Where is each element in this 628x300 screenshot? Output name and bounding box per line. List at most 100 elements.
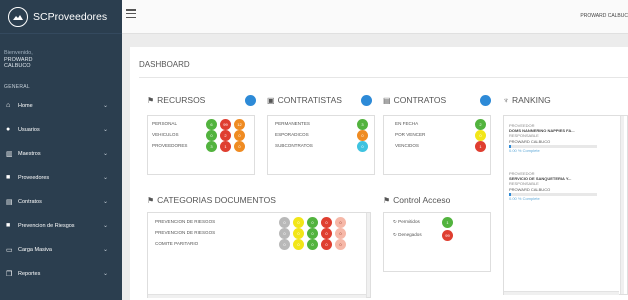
users-icon: ⚑ <box>147 95 155 105</box>
logo-icon <box>8 6 28 27</box>
card-recursos: ⚑ RECURSOS PERSONAL VEHICULOS PROVEEDORE… <box>147 95 256 175</box>
scrollbar-horizontal[interactable] <box>504 291 619 295</box>
chevron-down-icon: ⌄ <box>102 102 108 109</box>
progress-bar <box>509 144 597 148</box>
row-label: PROVEEDORES <box>152 143 188 148</box>
sidebar-item-label: Usuarios <box>18 126 40 133</box>
status-dot[interactable]: 3 <box>357 119 368 130</box>
status-dot[interactable]: 0 <box>206 130 217 141</box>
sidebar-item-label: Prevencion de Riesgos <box>18 222 75 229</box>
info-badge <box>361 95 372 106</box>
chevron-down-icon: ⌄ <box>102 126 108 133</box>
status-dot[interactable]: 0 <box>234 130 245 141</box>
status-dot[interactable]: 0 <box>335 228 346 239</box>
sidebar-item-label: Reportes <box>18 270 41 277</box>
desktop-icon: ▭ <box>6 246 13 254</box>
status-dot[interactable]: 99 <box>442 230 453 241</box>
welcome-block: Bienvenido, PROWARD CALBUCO <box>0 34 122 70</box>
status-dot[interactable]: 0 <box>321 217 332 228</box>
status-dot[interactable]: 1 <box>220 141 231 152</box>
document-icon: ▤ <box>6 198 13 206</box>
status-dot[interactable]: 0 <box>307 217 318 228</box>
divider <box>139 77 628 78</box>
sidebar-item-proveedores[interactable]: ■ Proveedores ⌄ <box>0 166 122 190</box>
status-dot[interactable]: 0 <box>279 239 290 250</box>
info-badge <box>480 95 491 106</box>
status-dot[interactable]: 0 <box>357 141 368 152</box>
ranking-item[interactable]: PROVEEDOR SERVICIO DE SANQUETERIA Y... R… <box>509 171 614 201</box>
sidebar-item-carga-masiva[interactable]: ▭ Carga Masiva ⌄ <box>0 238 122 262</box>
chevron-down-icon: ⌄ <box>102 246 108 253</box>
sidebar-item-prevencion[interactable]: ■ Prevencion de Riesgos ⌄ <box>0 214 122 238</box>
copy-icon: ❐ <box>6 270 13 278</box>
card-title: CATEGORIAS DOCUMENTOS <box>157 195 276 205</box>
menu-toggle-icon[interactable] <box>126 9 136 19</box>
chevron-down-icon: ⌄ <box>102 174 108 181</box>
scrollbar-vertical[interactable] <box>366 213 370 297</box>
brand[interactable]: SCProveedores <box>0 0 122 34</box>
status-dot[interactable]: 0 <box>321 228 332 239</box>
ranking-item[interactable]: PROVEEDOR DOMS NANNERINO NAPPIES FA... R… <box>509 123 614 153</box>
row-label: POR VENCER <box>395 132 426 137</box>
status-dot[interactable]: 0 <box>321 239 332 250</box>
status-dot[interactable]: 0 <box>279 217 290 228</box>
top-user-name[interactable]: PROWARD CALBUC <box>580 13 628 19</box>
progress-bar <box>509 192 597 196</box>
card-contratistas: ▣ CONTRATISTAS PERMANENTES ESPORADICOS S… <box>267 95 375 175</box>
status-dot[interactable]: 0 <box>307 239 318 250</box>
status-dot[interactable]: 1 <box>475 141 486 152</box>
sidebar-item-contratos[interactable]: ▤ Contratos ⌄ <box>0 190 122 214</box>
scrollbar-vertical[interactable] <box>620 116 624 294</box>
sidebar-item-reportes[interactable]: ❐ Reportes ⌄ <box>0 262 122 286</box>
row-label: PREVENCION DE RIESGOS <box>155 219 216 224</box>
status-dot[interactable]: 0 <box>234 141 245 152</box>
status-dot[interactable]: 1 <box>442 217 453 228</box>
status-dot[interactable]: 0 <box>279 228 290 239</box>
status-dot[interactable]: 3 <box>206 141 217 152</box>
users-icon: ⚑ <box>383 195 391 205</box>
status-dot[interactable]: 0 <box>293 228 304 239</box>
card-ranking: ♆ RANKING PROVEEDOR DOMS NANNERINO NAPPI… <box>503 95 628 300</box>
card-title: RECURSOS <box>157 95 206 105</box>
status-dot[interactable]: 0 <box>335 239 346 250</box>
refresh-icon: ↻ <box>393 219 397 224</box>
card-control-acceso: ⚑ Control Acceso ↻ Permitidos ↻ Denegado… <box>383 195 491 275</box>
home-icon: ⌂ <box>6 102 11 109</box>
welcome-user-name: PROWARD CALBUCO <box>4 56 33 70</box>
sidebar-section-label: GENERAL <box>4 83 30 90</box>
sidebar-item-maestros[interactable]: ▥ Maestros ⌄ <box>0 142 122 166</box>
status-dot[interactable]: 12 <box>234 119 245 130</box>
row-label: COMITE PARITARIO <box>155 241 199 246</box>
status-dot[interactable]: 0 <box>475 130 486 141</box>
status-dot[interactable]: 0 <box>307 228 318 239</box>
document-icon: ▤ <box>383 95 391 105</box>
row-label: EN FECHA <box>395 121 419 126</box>
sidebar-item-usuarios[interactable]: ● Usuarios ⌄ <box>0 118 122 142</box>
chevron-down-icon: ⌄ <box>102 150 108 157</box>
users-icon: ● <box>6 126 11 133</box>
sidebar-item-label: Home <box>18 102 33 109</box>
chart-icon: ▥ <box>6 150 13 158</box>
sidebar-item-label: Maestros <box>18 150 41 157</box>
scrollbar-horizontal[interactable] <box>148 294 366 298</box>
status-dot[interactable]: 6 <box>206 119 217 130</box>
status-dot[interactable]: 99 <box>220 119 231 130</box>
card-title: CONTRATISTAS <box>277 95 342 105</box>
status-dot[interactable]: 2 <box>475 119 486 130</box>
row-label: ESPORADICOS <box>275 132 309 137</box>
sidebar-item-home[interactable]: ⌂ Home ⌄ <box>0 94 122 118</box>
welcome-label: Bienvenido, <box>4 50 33 56</box>
card-title: Control Acceso <box>393 195 451 205</box>
status-dot[interactable]: 0 <box>335 217 346 228</box>
status-dot[interactable]: 0 <box>293 217 304 228</box>
sidebar: SCProveedores Bienvenido, PROWARD CALBUC… <box>0 0 122 300</box>
trophy-icon: ♆ <box>503 95 509 105</box>
status-dot[interactable]: 2 <box>220 130 231 141</box>
status-dot[interactable]: 0 <box>293 239 304 250</box>
truck-icon: ■ <box>6 174 11 181</box>
row-label: VENCIDOS <box>395 143 419 148</box>
chevron-down-icon: ⌄ <box>102 198 108 205</box>
sidebar-item-label: Proveedores <box>18 174 50 181</box>
status-dot[interactable]: 0 <box>357 130 368 141</box>
brand-name: SCProveedores <box>33 10 108 23</box>
